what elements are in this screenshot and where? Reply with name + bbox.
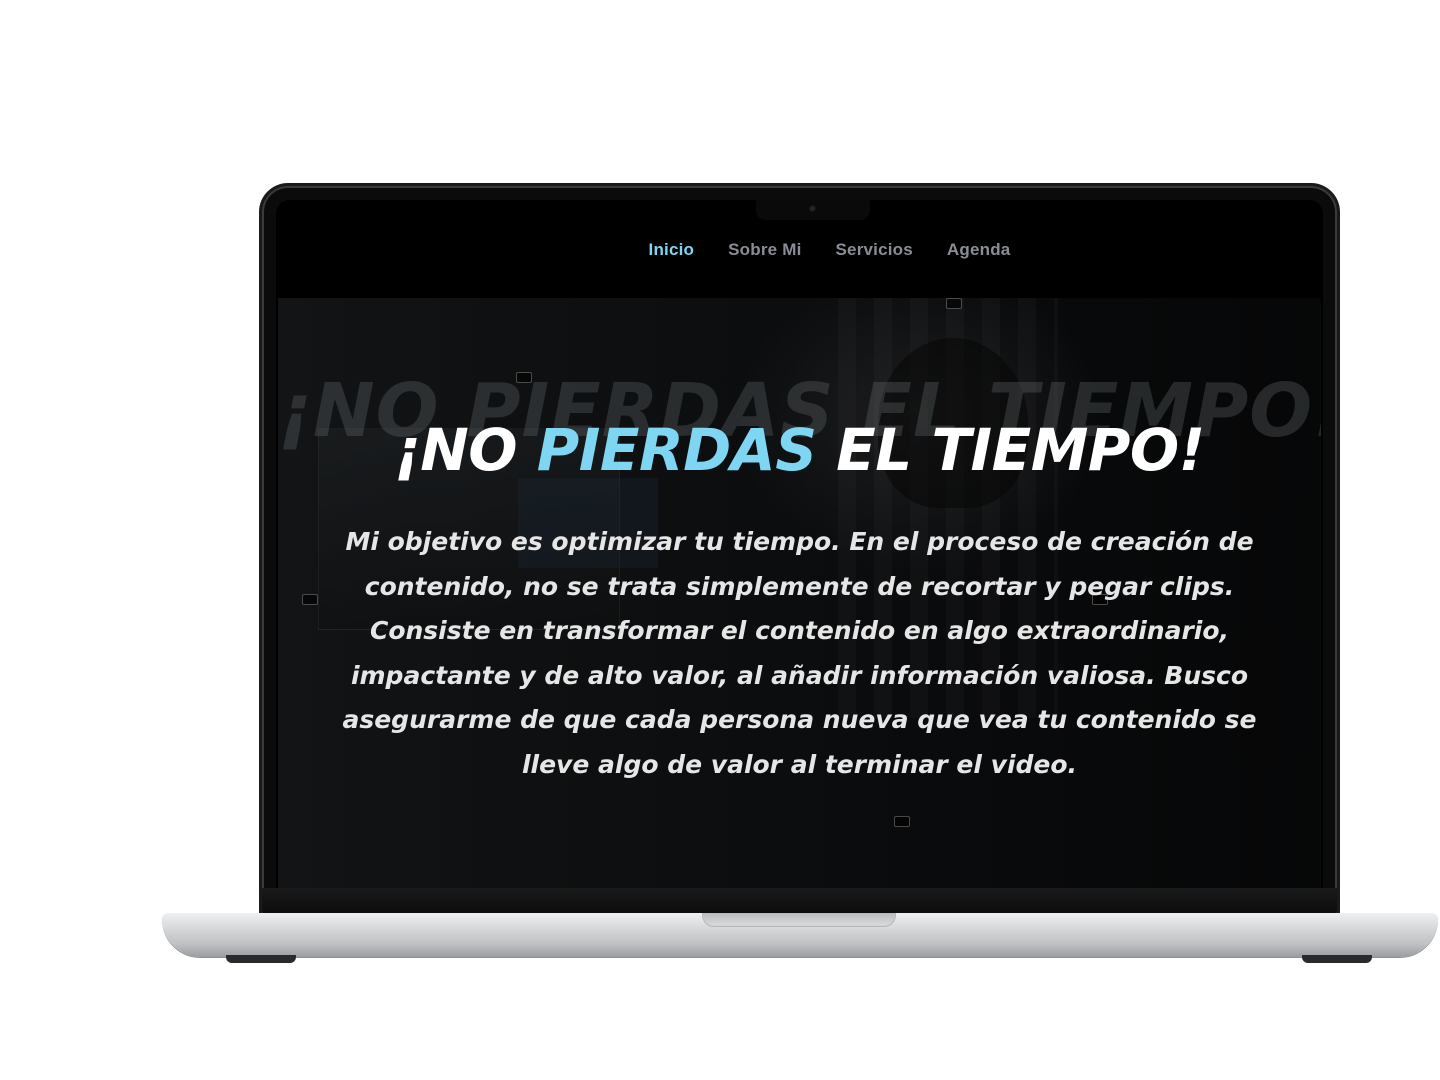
screen-bezel: Inicio Sobre Mi Servicios Agenda ¡NO PIE… xyxy=(276,200,1323,888)
hero-section: ¡NO PIERDAS EL TIEMPO! ¡NO PIERDAS EL TI… xyxy=(278,298,1321,888)
laptop-mockup: Inicio Sobre Mi Servicios Agenda ¡NO PIE… xyxy=(0,0,1440,1080)
nav-item-sobre-mi[interactable]: Sobre Mi xyxy=(728,240,801,260)
camera-notch xyxy=(756,200,870,220)
camera-icon xyxy=(810,206,815,211)
nav-item-inicio[interactable]: Inicio xyxy=(649,240,695,260)
laptop-lid-opener xyxy=(702,913,896,927)
hero-small-icon xyxy=(946,298,962,309)
hero-small-icon xyxy=(302,594,318,605)
laptop-hinge xyxy=(262,888,1337,914)
laptop-base xyxy=(162,913,1438,957)
hero-title: ¡NO PIERDAS EL TIEMPO! xyxy=(278,416,1321,484)
hero-title-accent: PIERDAS xyxy=(536,416,817,484)
hero-small-icon xyxy=(894,816,910,827)
nav-item-servicios[interactable]: Servicios xyxy=(836,240,913,260)
laptop-foot xyxy=(1302,955,1372,963)
laptop-foot xyxy=(226,955,296,963)
website-screen: Inicio Sobre Mi Servicios Agenda ¡NO PIE… xyxy=(278,200,1321,888)
hero-description: Mi objetivo es optimizar tu tiempo. En e… xyxy=(342,527,1257,779)
hero-title-part2: EL TIEMPO! xyxy=(816,416,1205,484)
laptop-lid: Inicio Sobre Mi Servicios Agenda ¡NO PIE… xyxy=(262,186,1337,918)
nav-item-agenda[interactable]: Agenda xyxy=(947,240,1011,260)
hero-title-part1: ¡NO xyxy=(394,416,537,484)
